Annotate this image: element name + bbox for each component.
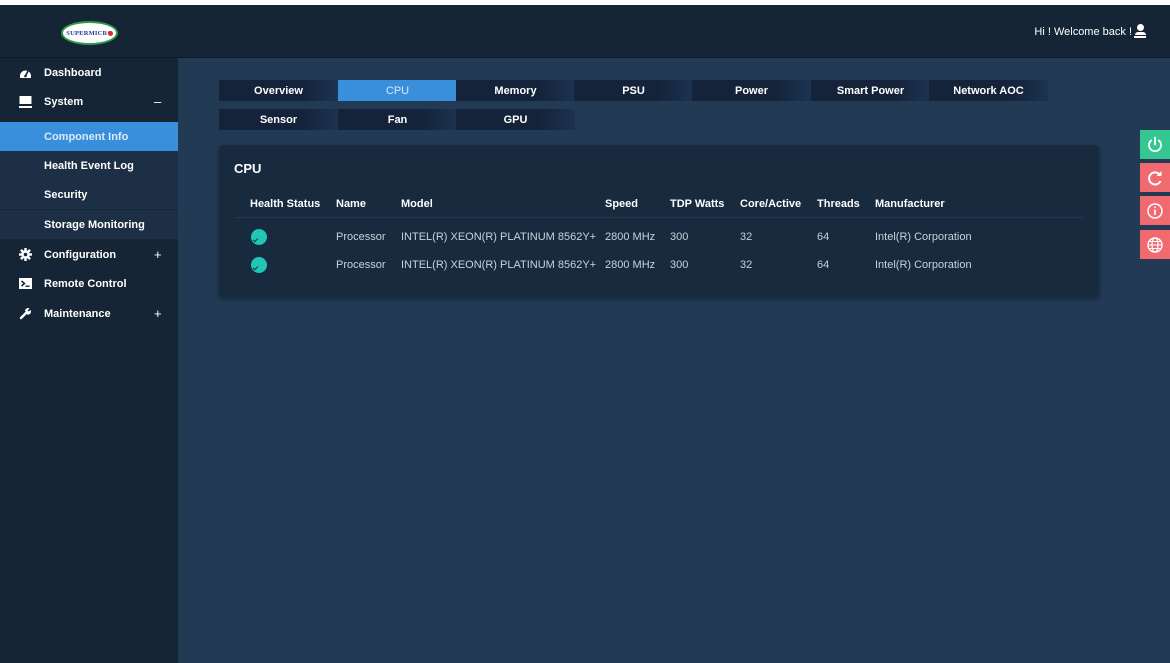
column-header-speed[interactable]: Speed [605,198,638,210]
card-title: CPU [234,161,262,176]
tab-network-aoc[interactable]: Network AOC [929,80,1048,101]
tab-gpu[interactable]: GPU [456,109,575,130]
cell-model: INTEL(R) XEON(R) PLATINUM 8562Y+ [401,259,597,271]
dashboard-icon [20,70,31,78]
sidebar-item-remote-control[interactable]: Remote Control [0,269,178,298]
info-button[interactable] [1140,196,1170,225]
cell-cores: 32 [740,259,753,271]
health-ok-icon [251,257,267,273]
cell-name: Processor [336,231,386,243]
health-ok-icon [251,229,267,245]
cell-cores: 32 [740,231,753,243]
sidebar-item-label: Component Info [44,130,129,143]
info-icon [1147,202,1163,219]
gear-icon [19,248,32,261]
tab-psu[interactable]: PSU [574,80,693,101]
refresh-button[interactable] [1140,163,1170,192]
tab-cpu[interactable]: CPU [338,80,457,101]
header-divider [236,217,1083,218]
cell-manufacturer: Intel(R) Corporation [875,259,972,271]
column-header-model[interactable]: Model [401,198,433,210]
sidebar-item-configuration[interactable]: Configuration + [0,240,178,269]
cell-model: INTEL(R) XEON(R) PLATINUM 8562Y+ [401,231,597,243]
tab-fan[interactable]: Fan [338,109,457,130]
tab-sensor[interactable]: Sensor [219,109,338,130]
logo-text: SUPERMICRO [66,29,113,37]
sidebar-subitem-health-event-log[interactable]: Health Event Log [0,151,178,180]
sidebar-subitem-storage-monitoring[interactable]: Storage Monitoring [0,210,178,239]
collapse-toggle[interactable]: – [154,94,161,109]
sidebar-item-label: Configuration [44,248,117,261]
sidebar-item-label: System [44,95,84,108]
cell-threads: 64 [817,259,830,271]
welcome-message: Hi ! Welcome back ! [1034,26,1132,38]
cell-manufacturer: Intel(R) Corporation [875,231,972,243]
supermicro-logo[interactable]: SUPERMICRO [61,21,118,45]
logo-dot [108,31,113,36]
globe-icon [1147,236,1163,253]
cell-speed: 2800 MHz [605,259,656,271]
tab-smart-power[interactable]: Smart Power [811,80,930,101]
expand-toggle[interactable]: + [154,306,162,321]
power-button[interactable] [1140,130,1170,159]
cell-speed: 2800 MHz [605,231,656,243]
sidebar: Dashboard System – Component Info Health… [0,58,178,663]
cell-tdp: 300 [670,231,689,243]
sidebar-item-label: Remote Control [44,277,127,290]
sidebar-item-label: Storage Monitoring [44,218,145,231]
sidebar-item-system[interactable]: System – [0,87,178,116]
expand-toggle[interactable]: + [154,247,162,262]
sidebar-item-dashboard[interactable]: Dashboard [0,58,178,87]
power-icon [1148,136,1162,152]
column-header-threads[interactable]: Threads [817,198,860,210]
column-header-tdp-watts[interactable]: TDP Watts [670,198,724,210]
app-window: SUPERMICRO Hi ! Welcome back ! Dashboard… [0,5,1170,663]
cell-name: Processor [336,259,386,271]
column-header-core-active[interactable]: Core/Active [740,198,801,210]
sidebar-item-label: Dashboard [44,66,102,79]
monitor-icon [19,96,32,108]
sidebar-item-label: Maintenance [44,307,111,320]
user-icon[interactable] [1134,24,1146,38]
top-header: SUPERMICRO Hi ! Welcome back ! [0,5,1170,58]
cpu-card: CPU Health Status Name Model Speed TDP W… [219,145,1099,297]
terminal-icon [19,278,32,289]
refresh-icon [1148,170,1162,185]
cell-threads: 64 [817,231,830,243]
sidebar-subitem-security[interactable]: Security [0,180,178,209]
language-button[interactable] [1140,230,1170,259]
sidebar-item-maintenance[interactable]: Maintenance + [0,299,178,328]
column-header-manufacturer[interactable]: Manufacturer [875,198,945,210]
tab-memory[interactable]: Memory [456,80,575,101]
column-header-health-status[interactable]: Health Status [250,198,320,210]
cell-tdp: 300 [670,259,689,271]
wrench-icon [19,308,31,320]
tab-overview[interactable]: Overview [219,80,338,101]
tab-power[interactable]: Power [692,80,811,101]
sidebar-item-label: Health Event Log [44,159,134,172]
sidebar-item-label: Security [44,188,88,201]
column-header-name[interactable]: Name [336,198,366,210]
sidebar-subitem-component-info[interactable]: Component Info [0,122,178,151]
